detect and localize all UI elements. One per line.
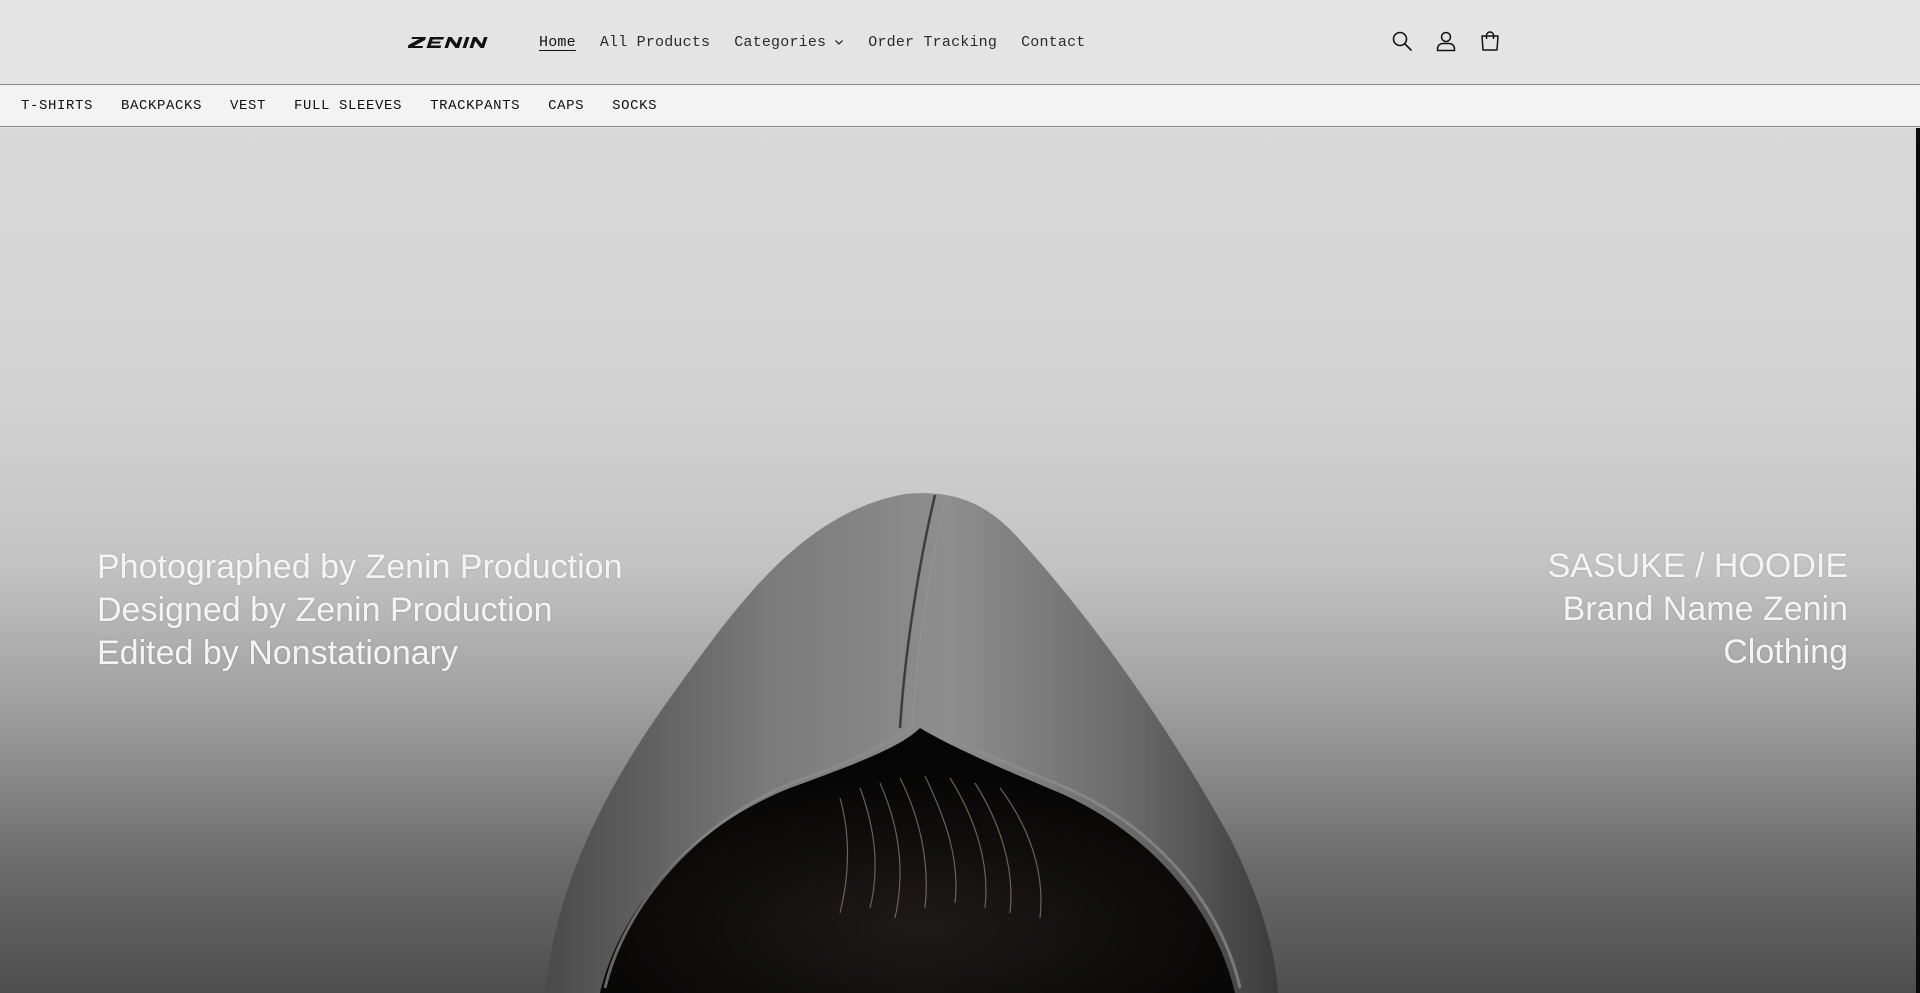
hero-product-caption: SASUKE / HOODIE Brand Name Zenin Clothin… bbox=[1548, 545, 1848, 674]
category-socks[interactable]: SOCKS bbox=[612, 98, 657, 114]
hero-caption-line: SASUKE / HOODIE bbox=[1547, 547, 1848, 585]
account-button[interactable] bbox=[1434, 28, 1458, 54]
header-icons bbox=[1390, 28, 1522, 54]
account-icon bbox=[1436, 31, 1456, 52]
hero-credits: Photographed by Zenin Production Designe… bbox=[97, 546, 622, 675]
hero-credit-line: Photographed by Zenin Production bbox=[97, 548, 623, 586]
hero-credit-line: Edited by Nonstationary bbox=[97, 634, 458, 672]
nav-categories-label: Categories bbox=[734, 33, 827, 51]
category-caps[interactable]: CAPS bbox=[548, 98, 584, 114]
site-header: Home All Products Categories Order Track… bbox=[0, 0, 1920, 85]
cart-icon bbox=[1481, 31, 1499, 51]
main-nav: Home All Products Categories Order Track… bbox=[539, 0, 1110, 84]
category-backpacks[interactable]: BACKPACKS bbox=[121, 98, 202, 114]
hero-banner[interactable]: Photographed by Zenin Production Designe… bbox=[0, 128, 1916, 993]
nav-categories[interactable]: Categories bbox=[734, 34, 844, 51]
cart-button[interactable] bbox=[1478, 28, 1502, 54]
nav-order-tracking[interactable]: Order Tracking bbox=[868, 34, 997, 51]
nav-contact[interactable]: Contact bbox=[1021, 34, 1085, 51]
category-trackpants[interactable]: TRACKPANTS bbox=[430, 98, 520, 114]
category-vest[interactable]: VEST bbox=[230, 98, 266, 114]
nav-home[interactable]: Home bbox=[539, 34, 576, 51]
search-button[interactable] bbox=[1390, 28, 1414, 54]
category-full-sleeves[interactable]: FULL SLEEVES bbox=[294, 98, 402, 114]
chevron-down-icon bbox=[835, 40, 844, 45]
search-icon bbox=[1392, 31, 1412, 51]
category-t-shirts[interactable]: T-SHIRTS bbox=[21, 98, 93, 114]
hero-caption-line: Clothing bbox=[1723, 633, 1848, 671]
nav-all-products[interactable]: All Products bbox=[600, 34, 710, 51]
category-bar: T-SHIRTS BACKPACKS VEST FULL SLEEVES TRA… bbox=[0, 85, 1920, 127]
scrollbar-edge bbox=[1916, 128, 1920, 993]
hero-credit-line: Designed by Zenin Production bbox=[97, 591, 553, 629]
hero-caption-line: Brand Name Zenin bbox=[1562, 590, 1848, 628]
brand-logo[interactable] bbox=[408, 31, 502, 53]
